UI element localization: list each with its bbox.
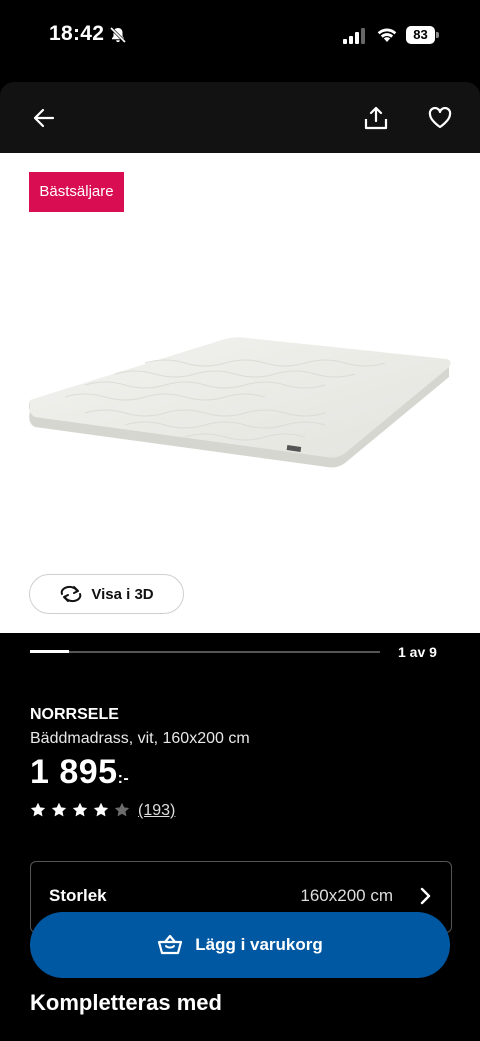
heart-icon bbox=[428, 107, 452, 129]
share-icon bbox=[364, 106, 388, 130]
product-image-gallery[interactable]: Bästsäljare Visa i 3D bbox=[0, 153, 480, 633]
product-description: Bäddmadrass, vit, 160x200 cm bbox=[30, 730, 250, 747]
bestseller-badge: Bästsäljare bbox=[29, 172, 124, 212]
gallery-counter: 1 av 9 bbox=[398, 644, 437, 660]
star-empty-icon bbox=[114, 802, 130, 817]
status-time: 18:42 bbox=[49, 22, 105, 45]
wifi-icon bbox=[377, 28, 397, 42]
size-label: Storlek bbox=[49, 886, 107, 905]
rotate-3d-icon bbox=[61, 585, 82, 603]
product-name: NORRSELE bbox=[30, 706, 119, 723]
app-header bbox=[0, 82, 480, 153]
gallery-progress-fill bbox=[30, 650, 69, 653]
product-price: 1 895:- bbox=[30, 753, 129, 792]
bell-muted-icon bbox=[109, 26, 127, 44]
view-3d-button[interactable]: Visa i 3D bbox=[29, 574, 184, 614]
star-filled-icon bbox=[30, 802, 46, 817]
add-to-cart-label: Lägg i varukorg bbox=[195, 935, 323, 954]
add-to-cart-button[interactable]: Lägg i varukorg bbox=[30, 912, 450, 978]
review-count-link[interactable]: (193) bbox=[138, 802, 175, 820]
cellular-signal-icon bbox=[343, 28, 365, 44]
back-button[interactable] bbox=[28, 102, 60, 134]
rating-stars[interactable] bbox=[30, 802, 130, 818]
battery-level: 83 bbox=[406, 26, 435, 44]
chevron-right-icon bbox=[420, 887, 431, 905]
size-value: 160x200 cm bbox=[300, 886, 393, 905]
status-bar: 18:42 83 bbox=[0, 0, 480, 72]
complement-section-title: Kompletteras med bbox=[30, 990, 222, 1015]
star-filled-icon bbox=[51, 802, 67, 817]
gallery-progress-bar bbox=[30, 650, 380, 653]
price-value: 1 895 bbox=[30, 753, 118, 791]
star-filled-icon bbox=[93, 802, 109, 817]
shopping-basket-icon bbox=[158, 934, 183, 955]
star-filled-icon bbox=[72, 802, 88, 817]
favorite-button[interactable] bbox=[424, 102, 456, 134]
view-3d-label: Visa i 3D bbox=[91, 585, 154, 603]
share-button[interactable] bbox=[360, 102, 392, 134]
arrow-left-icon bbox=[33, 108, 55, 128]
price-suffix: :- bbox=[117, 770, 130, 787]
battery-icon: 83 bbox=[406, 26, 440, 44]
product-image bbox=[29, 337, 451, 468]
